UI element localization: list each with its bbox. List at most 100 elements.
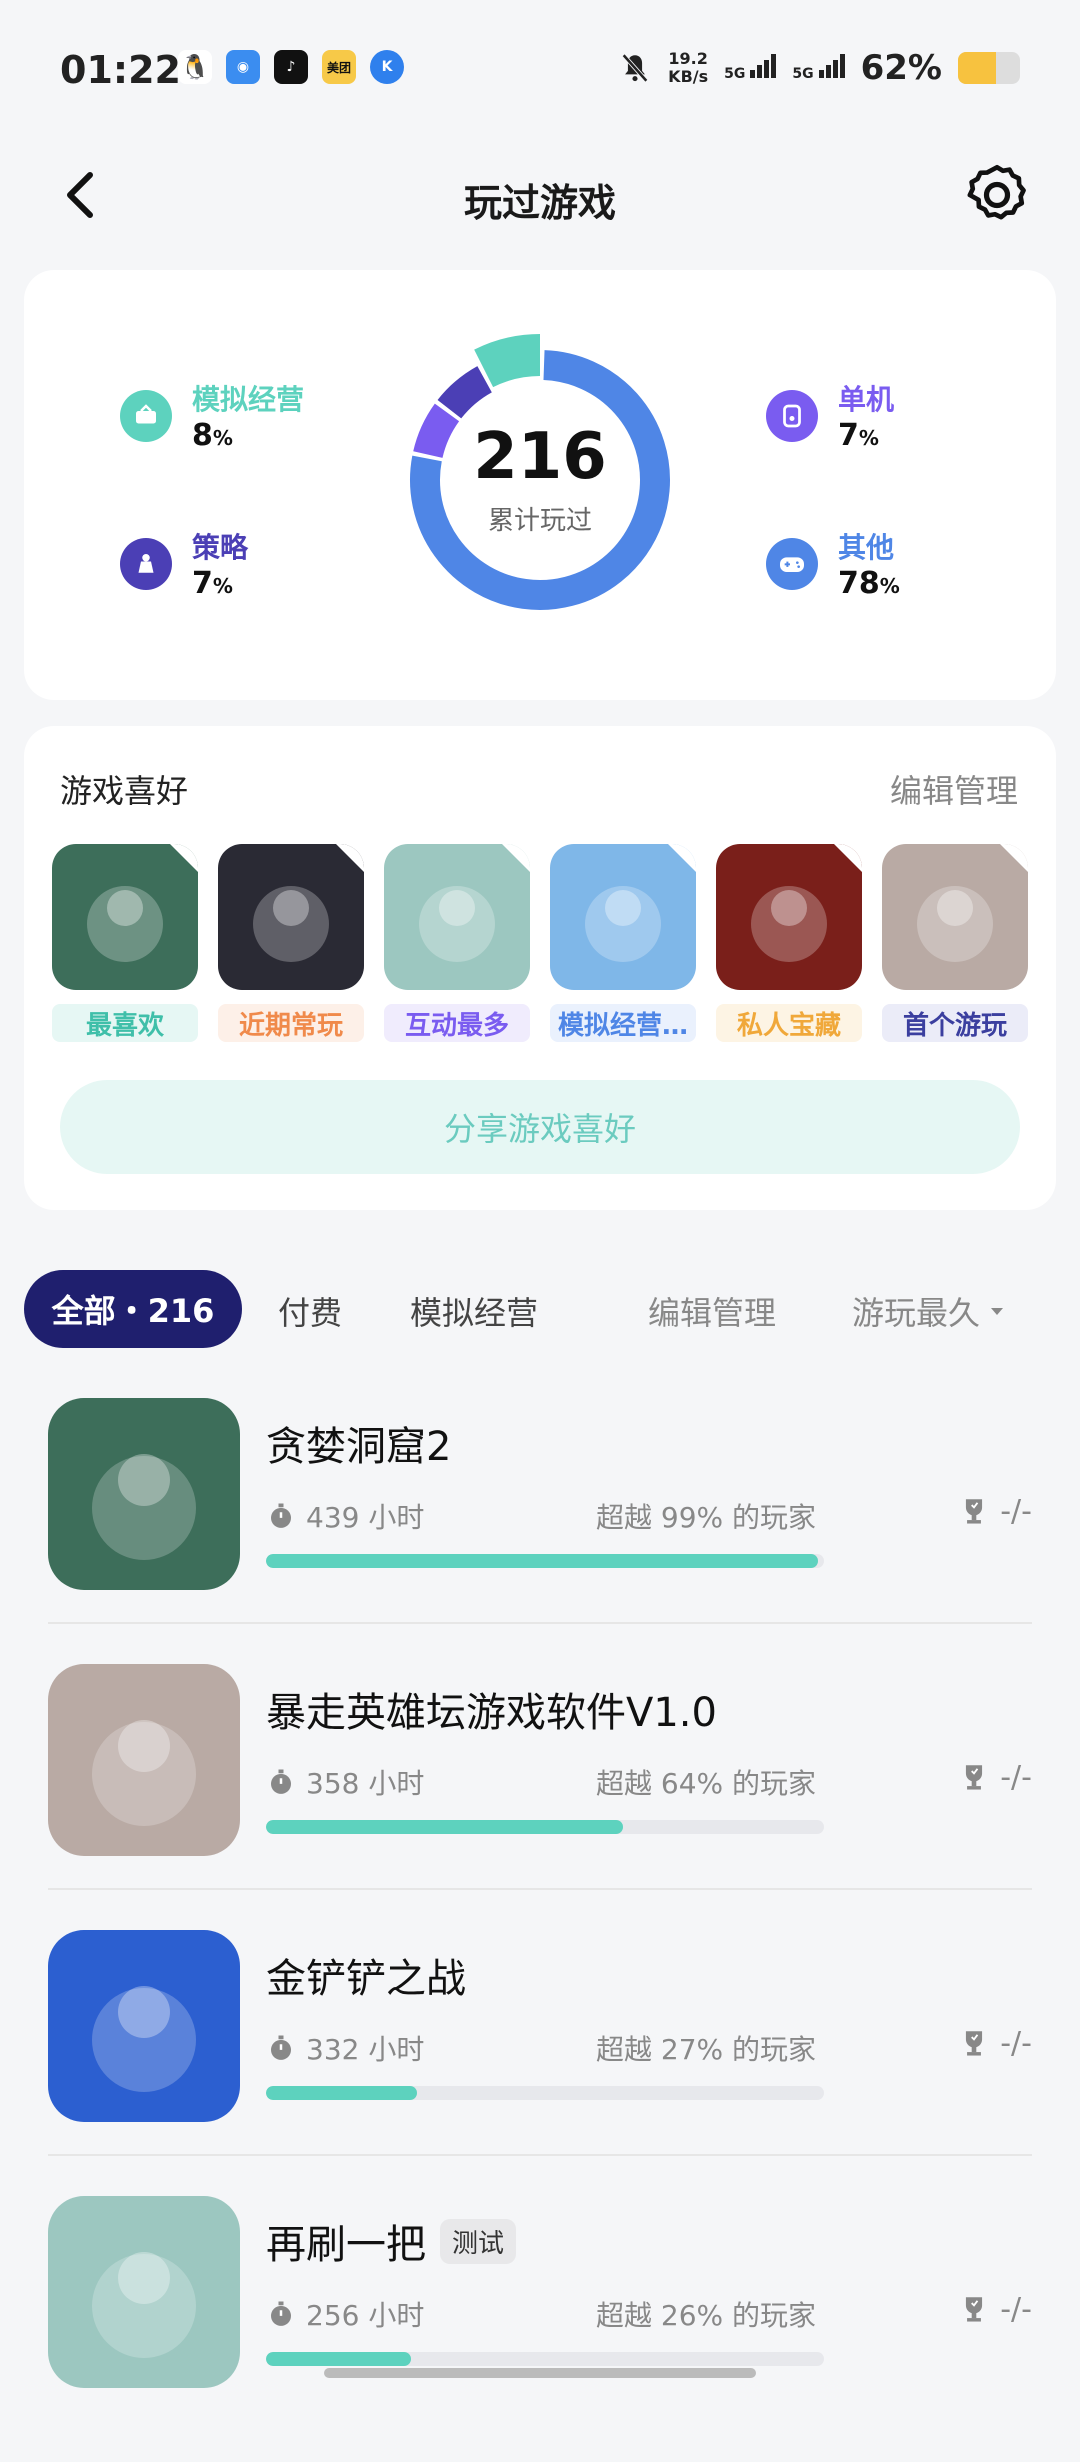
tabs-edit-button[interactable]: 编辑管理 [648, 1288, 776, 1334]
tiktok-icon: ♪ [274, 50, 308, 84]
strategy-icon [120, 537, 172, 590]
settings-button[interactable] [962, 160, 1032, 230]
rank-progress-fill [266, 2352, 412, 2366]
signal-2-label: 5G [792, 66, 814, 82]
category-pct-unit: % [212, 574, 233, 598]
page-title: 玩过游戏 [463, 181, 616, 225]
category-single-player[interactable]: 单机 7% [766, 378, 894, 453]
rank-progress-bar [266, 2086, 824, 2100]
game-row[interactable]: 再刷一把 测试 256 小时 超越 26% 的玩家 -/- [48, 2196, 1032, 2462]
achievement[interactable]: -/- [960, 2026, 1032, 2061]
playtime-value: 332 小时 [306, 2033, 425, 2066]
category-name: 其他 [838, 531, 895, 564]
playtime-value: 358 小时 [306, 1767, 425, 1800]
mute-bell-icon [622, 53, 649, 83]
battery-icon [958, 52, 1020, 84]
trophy-icon [966, 1764, 983, 1790]
playtime: 439 小时 [266, 1496, 424, 1536]
game-title: 暴走英雄坛游戏软件V1.0 [266, 1680, 717, 1738]
game-thumbnail [550, 844, 696, 990]
category-simulation[interactable]: 模拟经营 8% [120, 378, 304, 453]
rank-text: 超越 27% 的玩家 [596, 2033, 817, 2066]
tab-simulation[interactable]: 模拟经营 [410, 1288, 538, 1334]
rank-progress-fill [266, 2086, 417, 2100]
category-pct: 7% [838, 418, 894, 453]
game-title: 再刷一把 测试 [266, 2212, 517, 2270]
game-name: 金铲铲之战 [266, 1956, 466, 2002]
game-name: 暴走英雄坛游戏软件V1.0 [266, 1690, 717, 1736]
preference-item[interactable]: 首个游玩 [882, 844, 1028, 1042]
stopwatch-icon [271, 1769, 291, 1794]
home-indicator[interactable] [324, 2368, 756, 2378]
preference-item[interactable]: 近期常玩 [218, 844, 364, 1042]
caret-down-icon [991, 1308, 1004, 1315]
total-played-label: 累计玩过 [487, 506, 592, 536]
game-name: 再刷一把 [266, 2222, 426, 2268]
battery-percent: 62% [860, 48, 942, 88]
preference-item[interactable]: 私人宝藏 [716, 844, 862, 1042]
trophy-icon [966, 1498, 983, 1524]
category-pct: 7% [192, 566, 248, 601]
game-thumbnail [882, 844, 1028, 990]
signal-1: 5G [724, 54, 777, 82]
category-pct-unit: % [212, 426, 233, 450]
tab-all[interactable]: 全部・216 [24, 1270, 242, 1348]
share-preferences-button[interactable]: 分享游戏喜好 [60, 1080, 1020, 1174]
game-thumbnail [218, 844, 364, 990]
game-row[interactable]: 暴走英雄坛游戏软件V1.0 358 小时 超越 64% 的玩家 -/- [48, 1664, 1032, 1930]
game-thumbnail [384, 844, 530, 990]
achievement[interactable]: -/- [960, 2292, 1032, 2327]
category-pct: 78% [838, 566, 900, 601]
network-speed-unit: KB/s [668, 67, 709, 86]
stopwatch-icon [271, 1503, 291, 1528]
meituan-icon: 美团 [322, 50, 356, 84]
preference-tag: 互动最多 [384, 1004, 530, 1042]
preferences-title: 游戏喜好 [60, 772, 189, 810]
category-pct: 8% [192, 418, 304, 453]
game-thumbnail [48, 1398, 240, 1590]
single-player-icon [766, 389, 818, 442]
rank-text: 超越 64% 的玩家 [596, 1767, 817, 1800]
preference-item[interactable]: 最喜欢 [52, 844, 198, 1042]
achievement[interactable]: -/- [960, 1494, 1032, 1529]
preference-tag: 首个游玩 [882, 1004, 1028, 1042]
rank-progress-fill [266, 1554, 819, 1568]
playtime: 332 小时 [266, 2028, 424, 2068]
game-row[interactable]: 金铲铲之战 332 小时 超越 27% 的玩家 -/- [48, 1930, 1032, 2196]
playtime-value: 256 小时 [306, 2299, 425, 2332]
stopwatch-icon [271, 2035, 291, 2060]
achievement-value: -/- [1000, 2026, 1032, 2061]
category-other[interactable]: 其他 78% [766, 526, 900, 601]
stopwatch-icon [271, 2301, 291, 2326]
row-divider [48, 1888, 1032, 1890]
k-app-icon: K [370, 50, 404, 84]
gear-icon [967, 164, 1026, 220]
game-thumbnail [48, 1930, 240, 2122]
gamepad-icon [766, 537, 818, 590]
category-name: 策略 [192, 531, 249, 564]
category-pct-value: 8 [192, 418, 213, 453]
simulation-icon [120, 389, 172, 442]
tab-paid[interactable]: 付费 [278, 1288, 342, 1334]
status-app-icons: 🐧 ◉ ♪ 美团 K [178, 50, 404, 84]
preference-tag: 模拟经营… [550, 1004, 696, 1042]
preference-tag: 最喜欢 [52, 1004, 198, 1042]
preference-item[interactable]: 模拟经营… [550, 844, 696, 1042]
category-strategy[interactable]: 策略 7% [120, 526, 248, 601]
game-title: 贪婪洞窟2 [266, 1414, 451, 1472]
achievement-value: -/- [1000, 2292, 1032, 2327]
sort-dropdown[interactable]: 游玩最久 [852, 1288, 1006, 1334]
category-name: 模拟经营 [192, 383, 305, 416]
game-title: 金铲铲之战 [266, 1946, 466, 2004]
network-speed-value: 19.2 [668, 49, 708, 68]
category-pct-unit: % [858, 426, 879, 450]
playtime: 358 小时 [266, 1762, 424, 1802]
donut-slice-simulation [474, 334, 541, 388]
game-row[interactable]: 贪婪洞窟2 439 小时 超越 99% 的玩家 -/- [48, 1398, 1032, 1664]
status-indicators: 19.2 KB/s 5G 5G 62% [618, 48, 1020, 88]
achievement[interactable]: -/- [960, 1760, 1032, 1795]
preference-item[interactable]: 互动最多 [384, 844, 530, 1042]
preferences-edit-button[interactable]: 编辑管理 [890, 766, 1018, 812]
category-pct-value: 7 [838, 418, 859, 453]
rank-progress-fill [266, 1820, 624, 1834]
